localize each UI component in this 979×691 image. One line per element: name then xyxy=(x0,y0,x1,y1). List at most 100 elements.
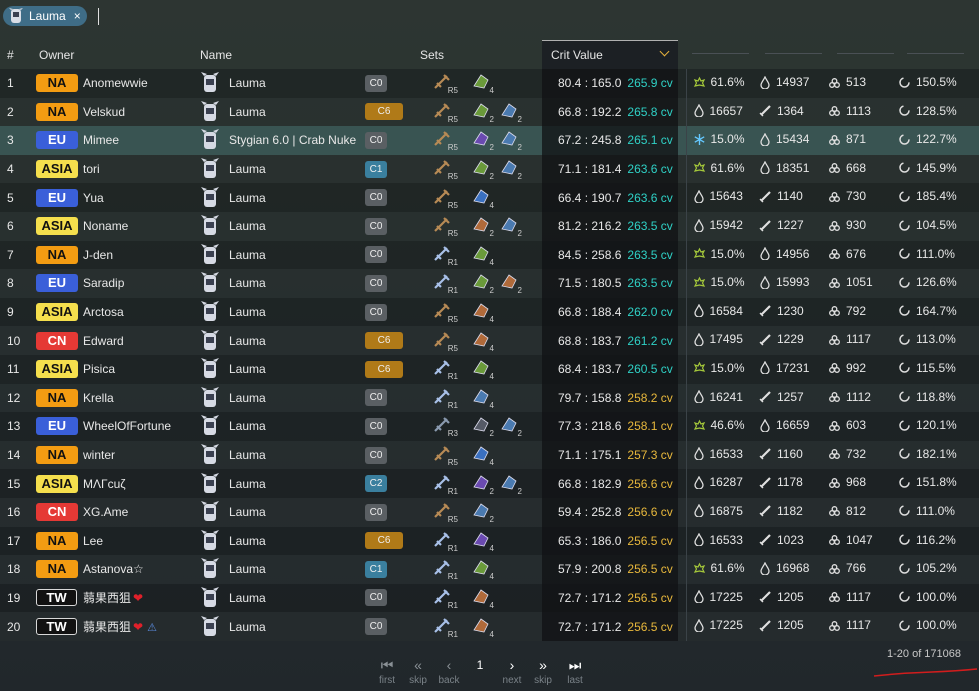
artifact-set-icon: 2 xyxy=(470,101,496,124)
constellation-badge: C2 xyxy=(365,475,387,493)
search-input[interactable] xyxy=(98,8,99,25)
build-name[interactable]: Lauma xyxy=(222,384,365,413)
artifact-set-icon: 4 xyxy=(470,330,496,353)
table-row[interactable]: 17 NA Lee Lauma C6 R1 4 65.3 : 186.0 256.… xyxy=(0,526,979,556)
dendro-dmg-icon xyxy=(693,276,705,287)
stat-secondary: 16968 xyxy=(759,561,809,575)
table-row[interactable]: 2 NA Velskud Lauma C6 R5 22 66.8 : 192.2… xyxy=(0,97,979,127)
build-name[interactable]: Lauma xyxy=(222,612,365,641)
table-row[interactable]: 19 TW 蒻果西狙 ❤ Lauma C0 R1 4 72.7 : 171.2 25… xyxy=(0,583,979,613)
table-row[interactable]: 12 NA Krella Lauma C0 R1 4 79.7 : 158.8 2… xyxy=(0,383,979,413)
table-row[interactable]: 20 TW 蒻果西狙 ❤ ⚠ Lauma C0 R1 4 72.7 : 171.2 2… xyxy=(0,612,979,641)
stat-main: 15.0% xyxy=(693,247,745,261)
table-row[interactable]: 11 ASIA Pisica Lauma C6 R1 4 68.4 : 183.… xyxy=(0,354,979,384)
owner-name[interactable]: Krella xyxy=(83,391,114,405)
pagination: ⏮ first «skip ‹ back 1 › next » skip ⏭ last xyxy=(372,655,602,691)
owner-name[interactable]: Saradip xyxy=(83,276,124,290)
energy-recharge-icon xyxy=(899,76,910,88)
build-name[interactable]: Lauma xyxy=(222,298,365,327)
build-name[interactable]: Lauma xyxy=(222,241,365,270)
build-name[interactable]: Stygian 6.0 | Crab Nuke xyxy=(222,126,365,155)
build-name[interactable]: Lauma xyxy=(222,326,365,355)
constellation-badge: C6 xyxy=(365,332,403,350)
build-name[interactable]: Lauma xyxy=(222,441,365,470)
first-page-button[interactable]: ⏮ first xyxy=(372,655,402,686)
table-row[interactable]: 15 ASIA ΜΛΓcuζ Lauma C2 R1 22 66.8 : 182… xyxy=(0,469,979,498)
owner-name[interactable]: Noname xyxy=(83,219,128,233)
owner-name[interactable]: XG.Ame xyxy=(83,505,128,519)
search-bar[interactable]: Lauma × xyxy=(0,0,979,36)
table-row[interactable]: 14 NA winter Lauma C0 R5 4 71.1 : 175.1 2… xyxy=(0,440,979,470)
build-name[interactable]: Lauma xyxy=(222,498,365,527)
close-icon[interactable]: × xyxy=(74,9,81,23)
skip-forward-button[interactable]: » skip xyxy=(528,655,558,686)
table-row[interactable]: 3 EU Mimee Stygian 6.0 | Crab Nuke C0 R5… xyxy=(0,126,979,155)
stat-em: 1112 xyxy=(828,390,871,404)
build-name[interactable]: Lauma xyxy=(222,269,365,298)
owner-name[interactable]: Yua xyxy=(83,191,104,205)
artifact-set-icon: 2 xyxy=(470,473,496,496)
table-row[interactable]: 16 CN XG.Ame Lauma C0 R5 2 59.4 : 252.8 2… xyxy=(0,497,979,527)
character-avatar-icon xyxy=(201,158,219,179)
owner-name[interactable]: winter xyxy=(83,448,115,462)
table-row[interactable]: 6 ASIA Noname Lauma C0 R5 22 81.2 : 216.… xyxy=(0,211,979,241)
owner-name[interactable]: Arctosa xyxy=(83,305,124,319)
build-name[interactable]: Lauma xyxy=(222,98,365,127)
build-name[interactable]: Lauma xyxy=(222,412,365,441)
table-row[interactable]: 5 EU Yua Lauma C0 R5 4 66.4 : 190.7 263.6… xyxy=(0,183,979,212)
build-name[interactable]: Lauma xyxy=(222,527,365,556)
atk-sword-icon xyxy=(759,534,771,546)
crit-ratio: 81.2 : 216.2 xyxy=(558,219,622,234)
table-row[interactable]: 10 CN Edward Lauma C6 R5 4 68.8 : 183.7 2… xyxy=(0,326,979,355)
filter-chip-lauma[interactable]: Lauma × xyxy=(3,6,87,26)
build-name[interactable]: Lauma xyxy=(222,555,365,584)
table-row[interactable]: 18 NA Astanova☆ Lauma C1 R1 4 57.9 : 200… xyxy=(0,555,979,584)
header-owner[interactable]: Owner xyxy=(35,41,197,70)
build-name[interactable]: Lauma xyxy=(222,212,365,241)
last-page-button[interactable]: ⏭ last xyxy=(560,655,590,686)
build-name[interactable]: Lauma xyxy=(222,183,365,212)
owner-name[interactable]: J-den xyxy=(83,248,113,262)
owner-name[interactable]: Velskud xyxy=(83,105,125,119)
owner-name[interactable]: Pisica xyxy=(83,362,115,376)
header-name[interactable]: Name xyxy=(197,41,365,70)
table-row[interactable]: 4 ASIA tori Lauma C1 R5 22 71.1 : 181.4 2… xyxy=(0,154,979,184)
owner-name[interactable]: ΜΛΓcuζ xyxy=(83,477,126,491)
header-crit-value[interactable]: Crit Value xyxy=(542,40,678,69)
elemental-mastery-icon xyxy=(829,77,840,88)
next-button[interactable]: › next xyxy=(497,655,527,686)
build-name[interactable]: Lauma xyxy=(222,155,365,184)
owner-name[interactable]: 蒻果西狙 xyxy=(83,591,131,605)
crit-value: 256.5 cv xyxy=(627,590,673,605)
character-avatar-icon xyxy=(201,272,219,293)
elemental-mastery-icon xyxy=(829,277,840,288)
owner-name[interactable]: tori xyxy=(83,162,100,176)
table-row[interactable]: 7 NA J-den Lauma C0 R1 4 84.5 : 258.6 263… xyxy=(0,240,979,270)
table-row[interactable]: 13 EU WheelOfFortune Lauma C0 R3 22 77.3… xyxy=(0,412,979,441)
table-row[interactable]: 8 EU Saradip Lauma C0 R1 22 71.5 : 180.5… xyxy=(0,269,979,298)
build-name[interactable]: Lauma xyxy=(222,469,365,498)
current-page[interactable]: 1 xyxy=(465,655,495,675)
rank-cell: 2 xyxy=(7,104,14,119)
build-name[interactable]: Lauma xyxy=(222,355,365,384)
owner-name[interactable]: 蒻果西狙 xyxy=(83,620,131,634)
energy-recharge-icon xyxy=(899,305,910,317)
owner-name[interactable]: Edward xyxy=(83,334,124,348)
owner-name[interactable]: Mimee xyxy=(83,133,119,147)
weapon-icon: R1 xyxy=(432,558,458,581)
owner-name[interactable]: Lee xyxy=(83,534,103,548)
skip-back-button[interactable]: «skip xyxy=(403,655,433,686)
table-row[interactable]: 9 ASIA Arctosa Lauma C0 R5 4 66.8 : 188.… xyxy=(0,297,979,327)
header-sets[interactable]: Sets xyxy=(420,41,542,70)
elemental-mastery-icon xyxy=(829,191,840,202)
owner-name[interactable]: Astanova☆ xyxy=(83,562,144,576)
table-row[interactable]: 1 NA Anomewwie Lauma C0 R5 4 80.4 : 165.… xyxy=(0,69,979,98)
stat-main: 16287 xyxy=(693,475,743,489)
stat-main: 15.0% xyxy=(693,361,745,375)
build-name[interactable]: Lauma xyxy=(222,584,365,613)
crit-ratio: 66.4 : 190.7 xyxy=(558,190,622,205)
owner-name[interactable]: WheelOfFortune xyxy=(83,419,171,433)
build-name[interactable]: Lauma xyxy=(222,69,365,98)
owner-name[interactable]: Anomewwie xyxy=(83,76,148,90)
back-button[interactable]: ‹ back xyxy=(434,655,464,686)
